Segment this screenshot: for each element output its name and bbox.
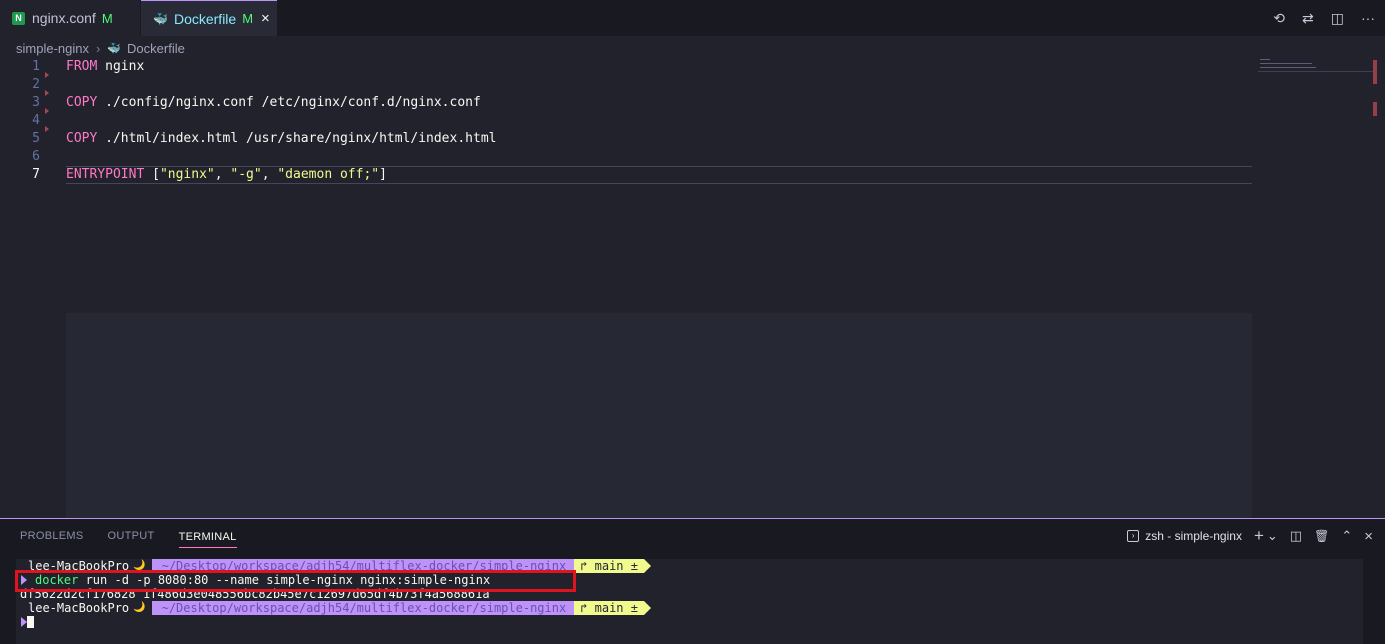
- compare-changes-icon[interactable]: ⇄: [1302, 10, 1314, 27]
- breadcrumb-file[interactable]: Dockerfile: [127, 41, 185, 56]
- chevron-down-icon[interactable]: ⌄: [1267, 528, 1278, 544]
- line-number: 3: [32, 95, 40, 110]
- docker-icon: 🐳: [107, 42, 122, 55]
- line-number: 7: [32, 167, 40, 182]
- prompt-git-branch: ↱ main ±: [574, 559, 644, 573]
- code-line: FROM nginx: [66, 59, 145, 74]
- timeline-icon[interactable]: ⟲: [1273, 10, 1285, 27]
- minimap-line: [1260, 59, 1270, 60]
- terminal-selector[interactable]: › zsh - simple-nginx: [1127, 529, 1242, 543]
- maximize-panel-icon[interactable]: ⌃: [1341, 528, 1352, 544]
- tab-label: nginx.conf: [32, 10, 96, 26]
- code-line: COPY ./html/index.html /usr/share/nginx/…: [66, 131, 497, 146]
- minimap-viewport: [1258, 71, 1373, 72]
- prompt-git-branch: ↱ main ±: [574, 601, 644, 615]
- trash-icon[interactable]: 🗑: [1314, 529, 1329, 543]
- editor-tab-bar: N nginx.conf M 🐳 Dockerfile M × ⟲ ⇄ ◫ ··…: [0, 0, 1385, 36]
- docker-icon: 🐳: [153, 11, 168, 26]
- change-marker: [45, 72, 49, 78]
- breadcrumb-folder[interactable]: simple-nginx: [16, 41, 89, 56]
- terminal-icon: ›: [1127, 530, 1140, 542]
- close-icon[interactable]: ×: [261, 10, 270, 27]
- moon-icon: 🌙: [133, 602, 146, 613]
- modified-indicator: M: [242, 11, 254, 26]
- prompt-host: lee-MacBookPro: [16, 601, 134, 615]
- new-terminal-icon[interactable]: +: [1254, 526, 1264, 546]
- tab-label: Dockerfile: [173, 10, 237, 27]
- command-highlight-box: [15, 570, 576, 592]
- close-icon[interactable]: ×: [1364, 528, 1373, 545]
- scrollbar-change-mark: [1373, 102, 1377, 116]
- split-editor-icon[interactable]: ◫: [1331, 10, 1344, 27]
- modified-indicator: M: [101, 10, 113, 26]
- line-number: 4: [32, 113, 40, 128]
- terminal-name: zsh - simple-nginx: [1145, 529, 1242, 543]
- code-editor[interactable]: 1 2 3 4 5 6 7 FROM nginx COPY ./config/n…: [0, 58, 1385, 518]
- panel-actions: › zsh - simple-nginx + ⌄ ◫ 🗑 ⌃ ×: [1127, 519, 1373, 553]
- nginx-icon: N: [12, 11, 25, 25]
- line-number: 2: [32, 77, 40, 92]
- tab-dockerfile[interactable]: 🐳 Dockerfile M ×: [141, 0, 277, 36]
- terminal-cursor: [27, 616, 34, 628]
- minimap[interactable]: [1258, 58, 1373, 98]
- chevron-right-icon: ›: [95, 40, 101, 56]
- tab-terminal[interactable]: TERMINAL: [178, 531, 237, 548]
- line-number: 5: [32, 131, 40, 146]
- segment-arrow-icon: [643, 601, 651, 615]
- segment-arrow-icon: [643, 559, 651, 573]
- editor-actions: ⟲ ⇄ ◫ ···: [1273, 0, 1375, 36]
- editor-empty-area: [66, 313, 1252, 518]
- change-marker: [45, 126, 49, 132]
- panel-tabs: PROBLEMS OUTPUT TERMINAL: [20, 519, 237, 553]
- editor-scrollbar[interactable]: [1373, 58, 1377, 118]
- code-line: ENTRYPOINT ["nginx", "-g", "daemon off;"…: [66, 167, 387, 182]
- minimap-line: [1260, 63, 1312, 64]
- line-number: 6: [32, 149, 40, 164]
- change-marker: [45, 90, 49, 96]
- tab-nginx-conf[interactable]: N nginx.conf M: [0, 0, 140, 36]
- prompt-path: ~/Desktop/workspace/adjh54/multiflex-doc…: [151, 601, 575, 615]
- more-actions-icon[interactable]: ···: [1361, 10, 1375, 26]
- change-marker: [45, 108, 49, 114]
- scrollbar-change-mark: [1373, 60, 1377, 84]
- terminal-input-line[interactable]: [16, 615, 34, 629]
- tab-output[interactable]: OUTPUT: [108, 530, 155, 542]
- breadcrumb: simple-nginx › 🐳 Dockerfile: [16, 38, 185, 58]
- code-line: COPY ./config/nginx.conf /etc/nginx/conf…: [66, 95, 481, 110]
- terminal-prompt-line: lee-MacBookPro 🌙 ~/Desktop/workspace/adj…: [16, 601, 651, 615]
- minimap-line: [1260, 67, 1316, 68]
- tab-problems[interactable]: PROBLEMS: [20, 530, 84, 542]
- line-number: 1: [32, 59, 40, 74]
- split-terminal-icon[interactable]: ◫: [1290, 528, 1302, 544]
